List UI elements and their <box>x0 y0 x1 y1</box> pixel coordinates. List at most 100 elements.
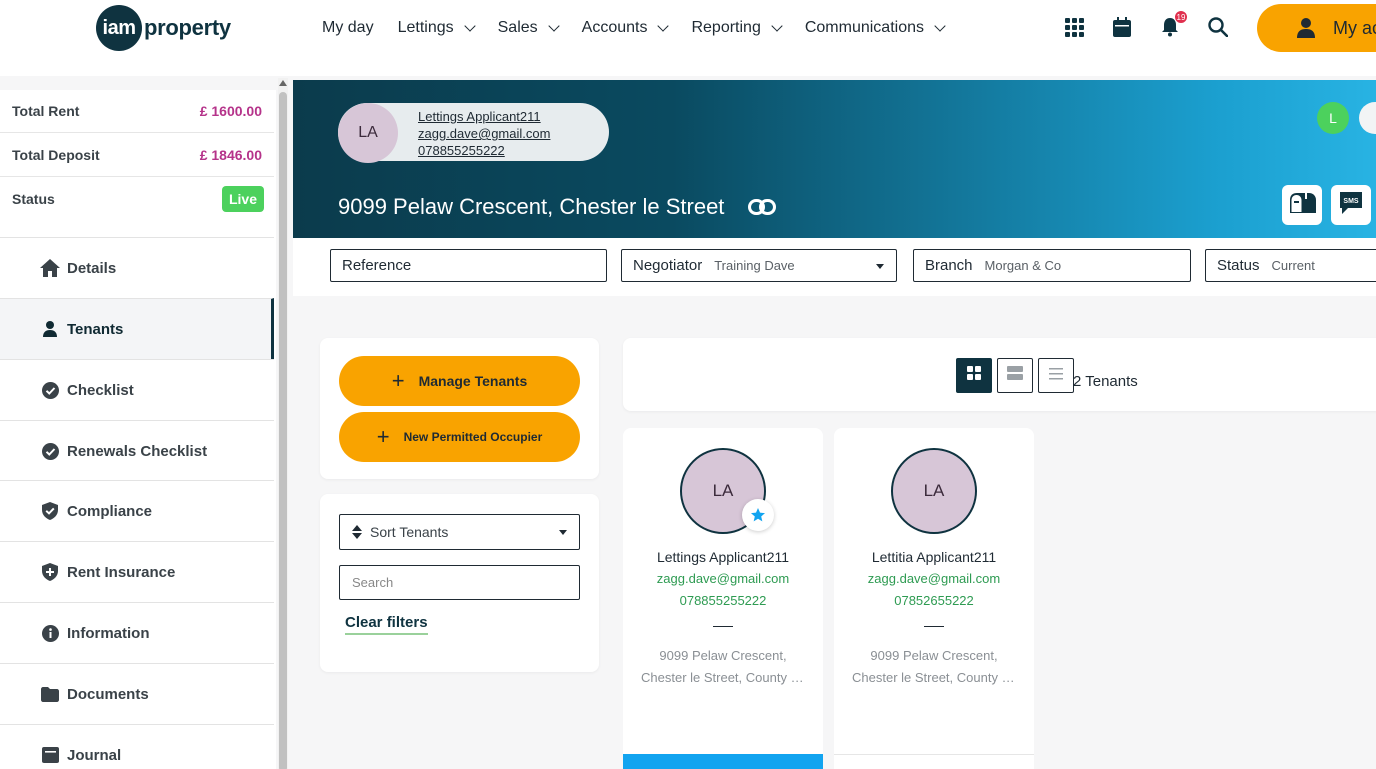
status-field-label: Status <box>1217 257 1260 274</box>
card-view-button[interactable] <box>997 358 1033 393</box>
sidebar-item-renewals-checklist[interactable]: Renewals Checklist <box>0 420 274 481</box>
scroll-up-arrow-icon[interactable] <box>279 80 287 86</box>
grid-view-button[interactable] <box>956 358 992 393</box>
property-filter-bar: Reference Negotiator Training Dave Branc… <box>293 238 1376 296</box>
lead-tenant-name-link[interactable]: Lettings Applicant211 <box>418 108 550 125</box>
status-field[interactable]: Status Current <box>1205 249 1376 282</box>
check-circle-icon <box>40 441 60 461</box>
lead-tenant-pill[interactable]: LA Lettings Applicant211 zagg.dave@gmail… <box>338 103 609 163</box>
sms-chat-icon: SMS <box>1338 190 1364 221</box>
status-row: Status Live <box>0 177 274 220</box>
menu-label: Accounts <box>581 19 648 36</box>
menu-label: Communications <box>804 19 924 36</box>
clear-filters-link[interactable]: Clear filters <box>345 614 428 635</box>
tenant-phone[interactable]: 078855255222 <box>623 593 823 608</box>
journal-icon <box>40 745 60 765</box>
new-permitted-occupier-button[interactable]: + New Permitted Occupier <box>339 412 580 462</box>
tenant-phone[interactable]: 07852655222 <box>834 593 1034 608</box>
tenant-name: Lettings Applicant211 <box>656 549 790 565</box>
sms-button[interactable]: SMS <box>1331 185 1371 225</box>
property-header-banner: LA Lettings Applicant211 zagg.dave@gmail… <box>293 80 1376 238</box>
calendar-icon[interactable] <box>1110 14 1134 40</box>
menu-reporting[interactable]: Reporting <box>691 16 783 40</box>
total-deposit-value: £ 1846.00 <box>199 147 262 163</box>
tenant-search-input[interactable] <box>339 565 580 600</box>
sidebar-item-label: Checklist <box>67 381 134 399</box>
scrollbar-thumb[interactable] <box>279 92 287 769</box>
tenant-card[interactable]: LA Lettitia Applicant211 zagg.dave@gmail… <box>834 428 1034 769</box>
mailbox-icon <box>1287 191 1317 220</box>
notifications-bell-icon[interactable]: 19 <box>1158 10 1188 40</box>
chevron-down-icon <box>547 20 560 32</box>
user-avatar[interactable]: L <box>1317 102 1349 134</box>
menu-communications[interactable]: Communications <box>804 16 946 40</box>
address-line-1: 9099 Pelaw Crescent, <box>870 648 998 663</box>
menu-label: Lettings <box>397 19 454 36</box>
reference-label: Reference <box>342 257 412 274</box>
logo-word: property <box>144 15 231 40</box>
folder-icon <box>40 684 60 704</box>
chevron-down-icon <box>934 20 946 32</box>
sidebar-item-label: Journal <box>67 746 122 764</box>
reference-field[interactable]: Reference <box>330 249 607 282</box>
mailbox-button[interactable] <box>1282 185 1322 225</box>
total-rent-row: Total Rent £ 1600.00 <box>0 90 274 133</box>
sidebar-item-label: Renewals Checklist <box>67 442 208 460</box>
tenant-actions-panel: + Manage Tenants + New Permitted Occupie… <box>320 338 599 479</box>
notification-badge: 19 <box>1174 10 1188 24</box>
menu-my-day[interactable]: My day <box>322 16 374 40</box>
my-account-button[interactable]: My ac <box>1257 4 1376 52</box>
tenant-address: 9099 Pelaw Crescent, Chester le Street, … <box>852 645 1016 689</box>
total-rent-value: £ 1600.00 <box>199 103 262 119</box>
lead-tenant-email-link[interactable]: zagg.dave@gmail.com <box>418 125 550 142</box>
user-menu-toggle[interactable] <box>1359 102 1376 134</box>
branch-field[interactable]: Branch Morgan & Co <box>913 249 1191 282</box>
total-rent-label: Total Rent <box>12 103 80 119</box>
branch-value: Morgan & Co <box>984 258 1062 273</box>
sidebar-item-checklist[interactable]: Checklist <box>0 359 274 420</box>
sidebar-item-details[interactable]: Details <box>0 237 274 298</box>
apps-grid-icon[interactable] <box>1062 14 1086 40</box>
menu-lettings[interactable]: Lettings <box>397 16 476 40</box>
lead-tenant-contact: Lettings Applicant211 zagg.dave@gmail.co… <box>418 108 550 159</box>
address-line-2: Chester le Street, County Durham <box>641 670 805 685</box>
sidebar-item-information[interactable]: Information <box>0 602 274 663</box>
sidebar-item-tenants[interactable]: Tenants <box>0 298 274 359</box>
menu-accounts[interactable]: Accounts <box>581 16 670 40</box>
sidebar-scrollbar[interactable] <box>278 78 288 769</box>
card-view-icon <box>1007 366 1023 385</box>
tenant-email[interactable]: zagg.dave@gmail.com <box>834 571 1034 586</box>
address-line-1: 9099 Pelaw Crescent, <box>659 648 787 663</box>
sort-icon <box>352 525 362 539</box>
iam-property-logo[interactable]: iam property <box>96 4 231 52</box>
lead-tenant-star-icon <box>742 499 774 531</box>
sidebar-item-compliance[interactable]: Compliance <box>0 480 274 541</box>
tenant-email[interactable]: zagg.dave@gmail.com <box>623 571 823 586</box>
search-icon[interactable] <box>1206 14 1230 40</box>
link-icon[interactable] <box>748 199 777 215</box>
address-line-2: Chester le Street, County Durham <box>852 670 1016 685</box>
tenant-card-footer <box>834 754 1034 769</box>
tenant-list-header: 2 Tenants <box>623 338 1376 411</box>
property-address-text: 9099 Pelaw Crescent, Chester le Street <box>338 194 725 219</box>
status-label: Status <box>12 190 55 207</box>
sort-tenants-select[interactable]: Sort Tenants <box>339 514 580 550</box>
menu-label: Reporting <box>691 19 761 36</box>
plus-icon: + <box>391 368 405 393</box>
manage-tenants-button[interactable]: + Manage Tenants <box>339 356 580 406</box>
sidebar-item-journal[interactable]: Journal <box>0 724 274 769</box>
chevron-down-icon <box>463 20 476 32</box>
sidebar-item-documents[interactable]: Documents <box>0 663 274 724</box>
sidebar-item-label: Details <box>67 259 117 277</box>
sidebar-item-label: Compliance <box>67 502 153 520</box>
negotiator-select[interactable]: Negotiator Training Dave <box>621 249 897 282</box>
list-view-button[interactable] <box>1038 358 1074 393</box>
caret-down-icon <box>559 530 567 535</box>
tenant-card[interactable]: LA Lettings Applicant211 zagg.dave@gmail… <box>623 428 823 769</box>
negotiator-label: Negotiator <box>633 257 703 274</box>
sidebar-item-rent-insurance[interactable]: Rent Insurance <box>0 541 274 602</box>
top-icon-bar: 19 <box>1062 10 1230 40</box>
lead-tenant-phone-link[interactable]: 078855255222 <box>418 142 550 159</box>
menu-sales[interactable]: Sales <box>498 16 560 40</box>
new-occupier-label: New Permitted Occupier <box>403 430 543 444</box>
